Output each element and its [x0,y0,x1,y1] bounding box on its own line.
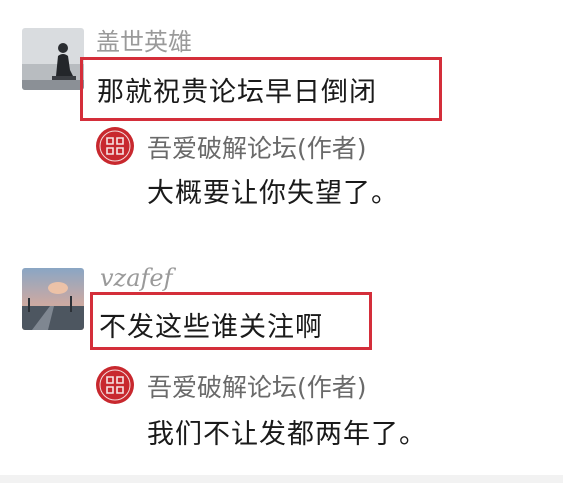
user-avatar-silhouette-icon [22,28,84,90]
author-name[interactable]: 吾爱破解论坛(作者) [147,368,367,404]
author-reply-text: 大概要让你失望了。 [147,178,399,209]
bottom-divider [0,475,563,483]
forum-seal-icon [96,366,134,404]
comment-text: 那就祝贵论坛早日倒闭 [97,77,377,108]
author-name[interactable]: 吾爱破解论坛(作者) [147,129,367,165]
username[interactable]: vzafef [100,264,172,292]
comment-text: 不发这些谁关注啊 [99,312,323,343]
username[interactable]: 盖世英雄 [96,22,192,57]
user-avatar-sunset-road-icon [22,268,84,330]
forum-seal-icon [96,127,134,165]
user-avatar-1[interactable] [22,28,84,90]
user-avatar-2[interactable] [22,268,84,330]
author-reply-text: 我们不让发都两年了。 [147,419,427,450]
